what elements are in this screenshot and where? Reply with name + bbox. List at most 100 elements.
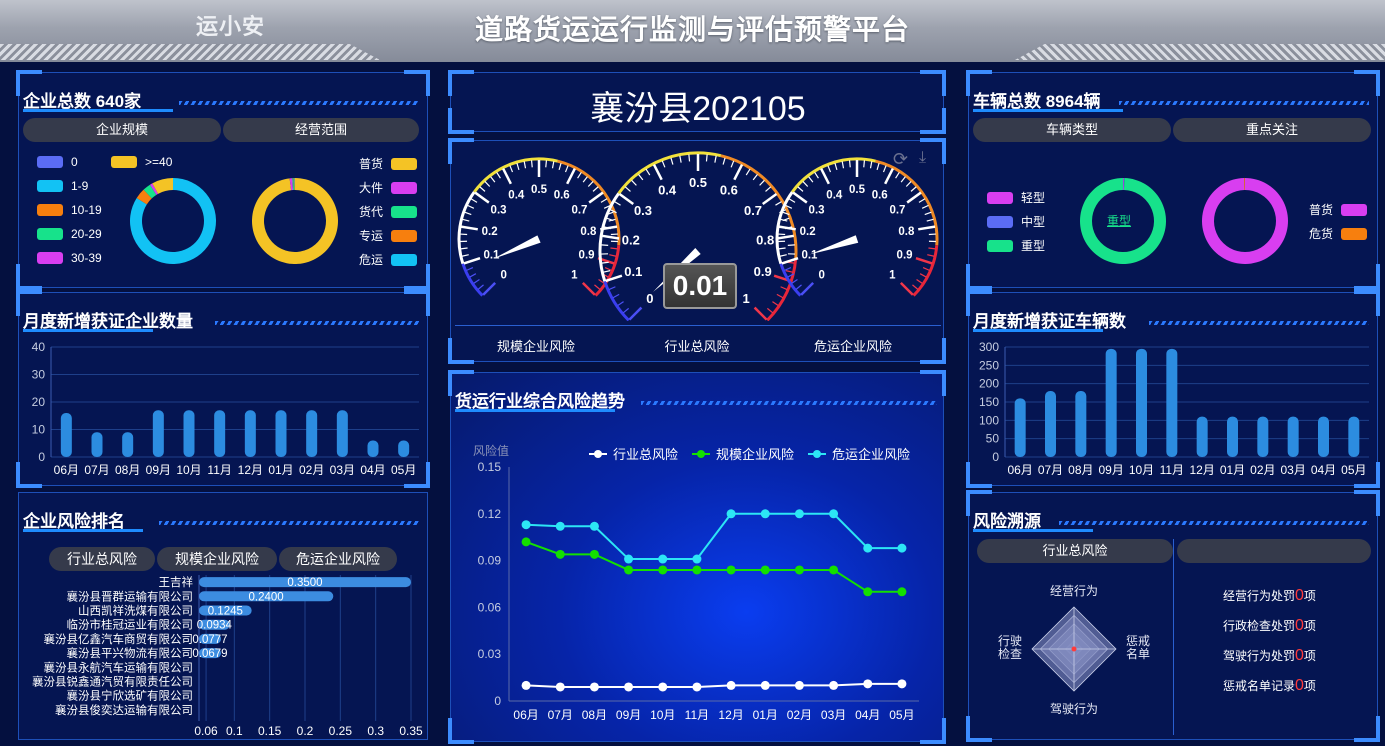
x-tick-label: 0.06 (194, 724, 218, 738)
legend-item[interactable]: 普货 (359, 155, 417, 172)
gauge-tick (779, 254, 787, 257)
gauge-tick-label: 0.3 (634, 203, 652, 218)
tab-key-focus[interactable]: 重点关注 (1173, 118, 1371, 142)
gauge-tick-label: 0 (646, 291, 653, 306)
gauge-tick (577, 171, 582, 179)
source-item-driving[interactable]: 驾驶行为处罚0项 (1223, 647, 1316, 665)
legend-item[interactable]: 专运 (359, 227, 417, 244)
gauge-tick (670, 157, 674, 165)
legend-item[interactable]: 30-39 (37, 251, 102, 265)
gauge-value-box: 0.01 (663, 263, 737, 309)
gauge-tick (792, 191, 808, 204)
refresh-icon[interactable]: ⟳ (893, 149, 908, 170)
page-title: 道路货运运行监测与评估预警平台 (474, 14, 910, 45)
legend-label: 危运企业风险 (832, 447, 910, 462)
legend-item[interactable]: 普货 (1309, 201, 1367, 218)
legend-item[interactable]: 10-19 (37, 203, 102, 217)
legend-item[interactable]: 重型 (987, 237, 1045, 254)
gauge-tick (551, 161, 555, 169)
gauge-label-hazmat: 危运企业风险 (813, 339, 892, 354)
rank-scale-risk-button[interactable]: 规模企业风险 (157, 547, 277, 571)
legend-item[interactable]: >=40 (111, 155, 172, 169)
x-tick-label: 06月 (513, 708, 538, 722)
gauge-tick (759, 179, 765, 186)
gauge-tick (463, 256, 481, 265)
gauge-tick (617, 301, 624, 307)
series-point (521, 680, 531, 690)
tab-company-scale[interactable]: 企业规模 (23, 118, 221, 142)
gauge-tick (778, 247, 786, 250)
x-tick-label: 02月 (787, 708, 812, 722)
legend-label: 规模企业风险 (716, 447, 794, 462)
gauge-tick (631, 179, 637, 186)
header-bar: 运小安 道路货运运行监测与评估预警平台 (0, 0, 1385, 62)
gauge-tick (730, 160, 735, 168)
rank-value-label: 0.0934 (197, 620, 233, 632)
gauge-tick (772, 301, 779, 307)
download-icon[interactable]: ⤓ (919, 149, 926, 167)
gauge-tick (926, 218, 934, 222)
x-tick-label: 0.25 (329, 724, 353, 738)
rank-hazmat-risk-button[interactable]: 危运企业风险 (279, 547, 397, 571)
y-tick-label: 50 (986, 432, 1000, 446)
bar (1166, 348, 1178, 457)
legend-swatch (37, 204, 63, 216)
rank-company-label: 襄汾县永航汽车运输有限公司 (44, 660, 194, 674)
gauge-tick-label: 0.9 (754, 264, 772, 279)
source-item-business[interactable]: 经营行为处罚0项 (1223, 587, 1316, 605)
legend-label: 行业总风险 (613, 447, 678, 462)
gauge-tick (919, 273, 927, 278)
tab-vehicle-type[interactable]: 车辆类型 (973, 118, 1171, 142)
gauge-label-industry: 行业总风险 (664, 339, 730, 354)
gauge-tick-label: 0.9 (579, 249, 595, 261)
x-tick-label: 07月 (548, 708, 573, 722)
gauge-tick (688, 154, 691, 162)
rank-company-label: 襄汾县亿鑫汽车商贸有限公司 (44, 632, 194, 646)
gauge-tick (745, 168, 751, 176)
source-item-inspection[interactable]: 行政检查处罚0项 (1223, 617, 1316, 635)
legend-swatch (391, 157, 417, 170)
rank-industry-risk-button[interactable]: 行业总风险 (49, 547, 155, 571)
gauge-tick-label: 0.5 (531, 184, 548, 196)
x-tick-label: 12月 (238, 463, 263, 477)
x-tick-label: 09月 (616, 708, 641, 722)
x-tick-label: 05月 (1341, 463, 1366, 477)
legend-item[interactable]: 危货 (1309, 225, 1367, 242)
gauge-tick (477, 284, 484, 290)
donut-center-label: 重型 (1107, 214, 1132, 228)
risk-rank-chart: 0.06 0.1 0.15 0.2 0.25 0.3 0.35 王吉祥 0.3500 襄汾县晋群运… (32, 575, 423, 738)
series-point (829, 680, 839, 690)
legend-item[interactable]: 中型 (987, 213, 1045, 230)
legend-item[interactable]: 1-9 (37, 179, 88, 193)
tab-source-empty[interactable] (1177, 539, 1371, 563)
legend-item[interactable]: 大件 (359, 179, 417, 196)
source-item-blacklist[interactable]: 惩戒名单记录0项 (1223, 677, 1316, 695)
legend-item[interactable]: 货代 (359, 203, 417, 220)
legend-swatch (987, 191, 1013, 204)
series-line (526, 512, 902, 561)
legend-item[interactable]: 危运 (359, 251, 417, 268)
gauge-tick (922, 267, 930, 271)
legend-swatch (391, 181, 417, 194)
legend-item[interactable]: 20-29 (37, 227, 102, 241)
series-point (863, 587, 873, 597)
x-tick-label: 09月 (1098, 463, 1123, 477)
gauge-tick (618, 192, 635, 205)
gauge-tick (834, 162, 838, 171)
gauge-tick-label: 1 (571, 269, 578, 281)
bar (1348, 416, 1360, 457)
gauge-tick (841, 161, 845, 169)
legend-item[interactable]: 0 (37, 155, 78, 169)
x-tick-label: 07月 (1038, 463, 1063, 477)
legend-item[interactable]: 轻型 (987, 189, 1045, 206)
vehicle-panel: 车辆总数 8964辆 车辆类型 重点关注 轻型 中型 重型 重型 普货 危货 (966, 70, 1380, 290)
gauge-tick (761, 192, 778, 205)
x-tick-label: 10月 (176, 463, 201, 477)
gauge-tick (797, 186, 804, 192)
tab-source-industry-risk[interactable]: 行业总风险 (977, 539, 1173, 563)
gauge-tick (776, 234, 795, 240)
tab-business-scope[interactable]: 经营范围 (223, 118, 419, 142)
rank-company-label: 王吉祥 (159, 575, 194, 589)
gauge-tick (915, 256, 933, 265)
radar-label: 驾驶行为 (1050, 701, 1098, 716)
